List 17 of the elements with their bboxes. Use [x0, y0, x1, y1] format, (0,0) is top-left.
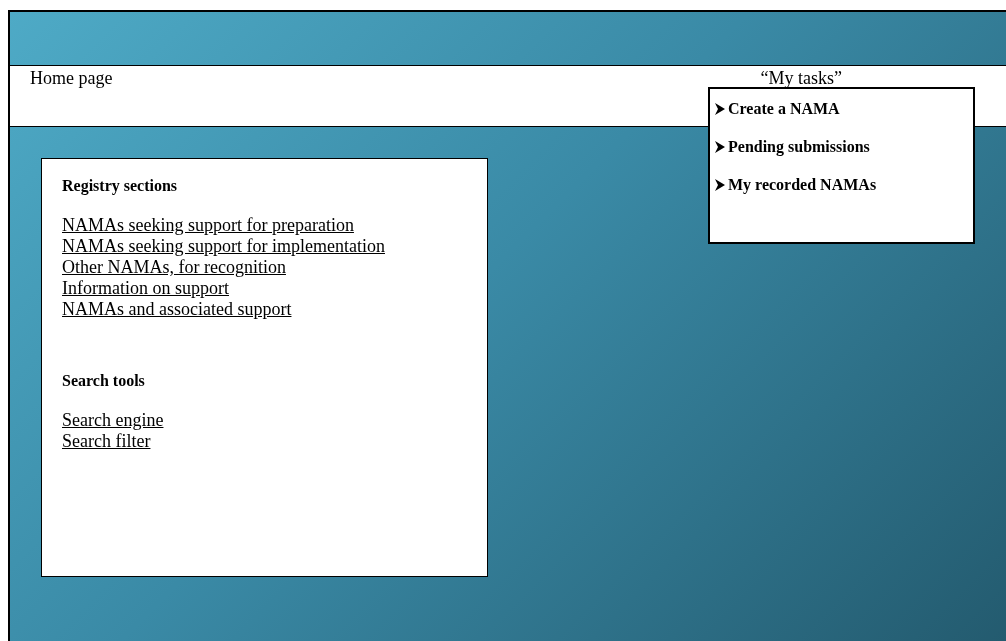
search-link[interactable]: Search filter: [62, 431, 151, 452]
search-link[interactable]: Search engine: [62, 410, 164, 431]
registry-link[interactable]: NAMAs seeking support for preparation: [62, 215, 354, 236]
task-menu-item[interactable]: Create a NAMA: [728, 99, 840, 119]
registry-link[interactable]: Information on support: [62, 278, 229, 299]
home-link[interactable]: Home page: [30, 67, 113, 89]
task-menu-item[interactable]: My recorded NAMAs: [728, 175, 877, 195]
section-title: Search tools: [62, 371, 146, 391]
task-menu-item[interactable]: Pending submissions: [728, 137, 870, 157]
tasks-label[interactable]: “My tasks”: [760, 67, 842, 89]
arrowhead-icon: [715, 179, 725, 191]
registry-link[interactable]: Other NAMAs, for recognition: [62, 257, 286, 278]
registry-link[interactable]: NAMAs seeking support for implementation: [62, 236, 385, 257]
registry-link[interactable]: NAMAs and associated support: [62, 299, 292, 320]
arrowhead-icon: [715, 103, 725, 115]
arrowhead-icon: [715, 141, 725, 153]
section-title: Registry sections: [62, 176, 179, 197]
